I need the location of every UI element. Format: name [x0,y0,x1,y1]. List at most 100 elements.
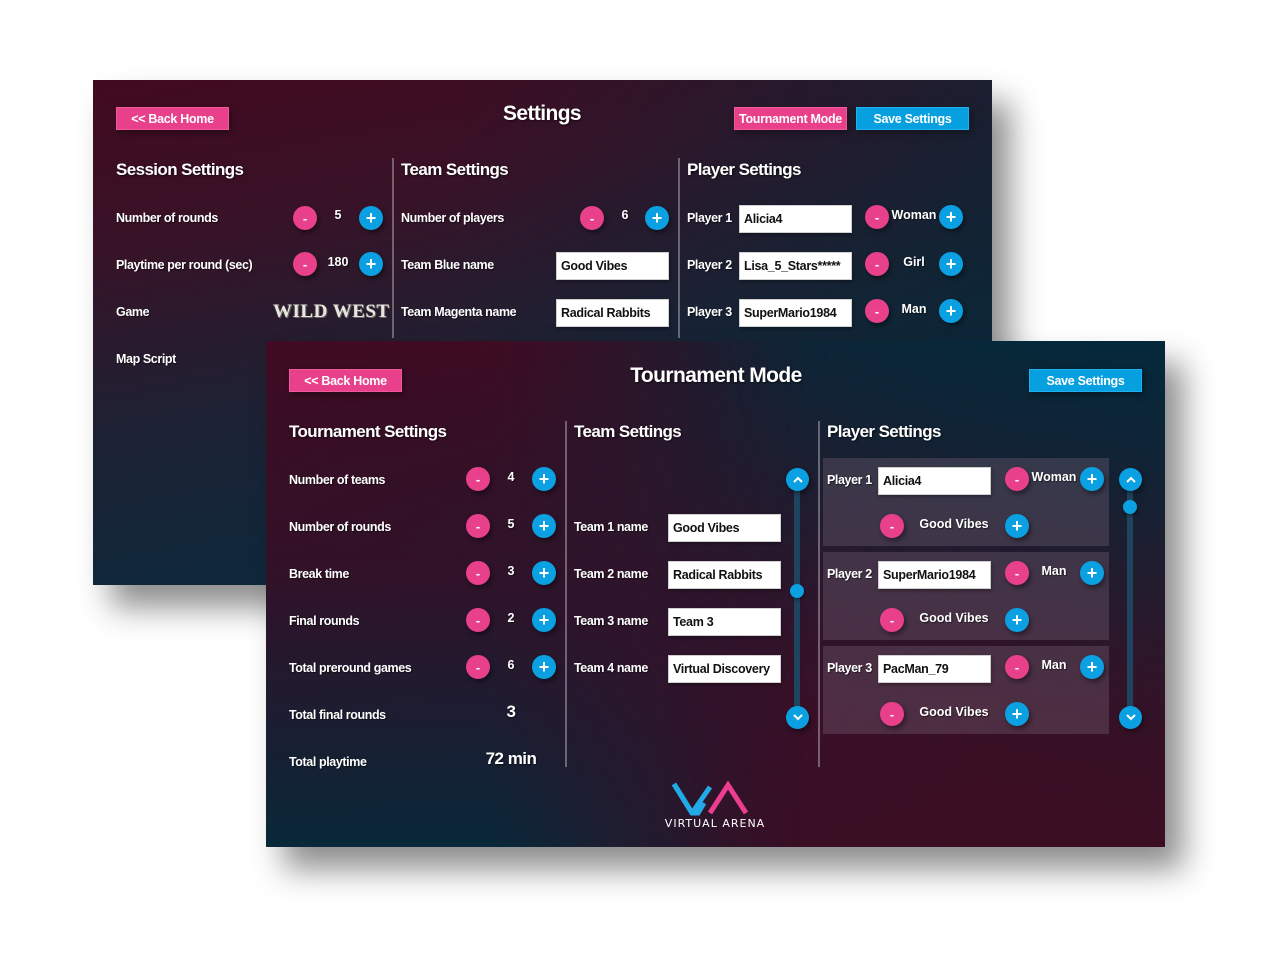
chevron-down-icon [792,714,803,721]
rounds-label: Number of rounds [289,520,391,534]
game-selector[interactable]: WILD WEST [273,301,390,323]
column-divider [818,421,820,767]
team-scroll-up-button[interactable] [786,468,809,491]
player-2-type-prev-button[interactable]: - [1005,561,1029,585]
break-time-decrement-button[interactable]: - [466,561,490,585]
final-rounds-label: Final rounds [289,614,360,628]
players-decrement-button[interactable]: - [580,206,604,230]
plus-icon: + [365,208,377,228]
minus-icon: - [475,518,481,534]
player-2-name-input[interactable]: SuperMario1984 [878,561,991,589]
player-3-type-next-button[interactable]: + [1080,655,1104,679]
minus-icon: - [475,565,481,581]
player-scroll-thumb[interactable] [1123,500,1137,514]
back-home-button[interactable]: << Back Home [116,107,229,130]
total-playtime-value: 72 min [485,749,537,768]
player-2-label: Player 2 [827,567,872,581]
player-scroll-up-button[interactable] [1119,468,1142,491]
tournament-mode-window: << Back Home Tournament Mode Save Settin… [266,341,1165,847]
team-settings-heading: Team Settings [401,160,509,179]
va-logo-icon [671,781,749,816]
player-2-team-prev-button[interactable]: - [880,608,904,632]
player-1-type-next-button[interactable]: + [939,205,963,229]
plus-icon: + [1011,516,1023,536]
player-1-name-input[interactable]: Alicia4 [739,205,852,233]
playtime-decrement-button[interactable]: - [293,252,317,276]
players-count-label: Number of players [401,211,504,225]
player-1-type: Woman [1031,470,1077,484]
teams-count-value: 4 [507,470,515,484]
player-2-type: Girl [903,255,925,269]
player-2-team-next-button[interactable]: + [1005,608,1029,632]
save-settings-button[interactable]: Save Settings [856,107,969,130]
preround-games-decrement-button[interactable]: - [466,655,490,679]
player-2-type-prev-button[interactable]: - [865,252,889,276]
map-script-label: Map Script [116,352,176,366]
player-2-type-next-button[interactable]: + [1080,561,1104,585]
tournament-mode-button[interactable]: Tournament Mode [734,107,847,130]
team-3-name-input[interactable]: Team 3 [668,608,781,636]
session-settings-heading: Session Settings [116,160,244,179]
save-settings-button[interactable]: Save Settings [1029,369,1142,392]
player-3-name-input[interactable]: PacMan_79 [878,655,991,683]
minus-icon: - [475,612,481,628]
player-1-type-next-button[interactable]: + [1080,467,1104,491]
player-1-type-prev-button[interactable]: - [1005,467,1029,491]
player-1-team-next-button[interactable]: + [1005,514,1029,538]
player-3-team-next-button[interactable]: + [1005,702,1029,726]
player-3-name-input[interactable]: SuperMario1984 [739,299,852,327]
minus-icon: - [889,612,895,628]
player-3-type-prev-button[interactable]: - [865,299,889,323]
player-3-type-next-button[interactable]: + [939,299,963,323]
column-divider [565,421,567,767]
team-list-scrollbar[interactable] [794,481,800,717]
player-3-type-prev-button[interactable]: - [1005,655,1029,679]
minus-icon: - [874,303,880,319]
minus-icon: - [889,706,895,722]
rounds-decrement-button[interactable]: - [466,514,490,538]
chevron-down-icon [1125,714,1136,721]
final-rounds-decrement-button[interactable]: - [466,608,490,632]
player-list-scrollbar[interactable] [1127,481,1133,717]
team-scroll-down-button[interactable] [786,706,809,729]
team-settings-heading: Team Settings [574,422,682,441]
final-rounds-increment-button[interactable]: + [532,608,556,632]
team-2-name-input[interactable]: Radical Rabbits [668,561,781,589]
teams-decrement-button[interactable]: - [466,467,490,491]
team-blue-name-input[interactable]: Good Vibes [556,252,669,280]
rounds-increment-button[interactable]: + [532,514,556,538]
plus-icon: + [945,207,957,227]
break-time-increment-button[interactable]: + [532,561,556,585]
minus-icon: - [589,210,595,226]
team-1-name-input[interactable]: Good Vibes [668,514,781,542]
playtime-increment-button[interactable]: + [359,252,383,276]
player-2-name-input[interactable]: Lisa_5_Stars***** [739,252,852,280]
player-3-team-prev-button[interactable]: - [880,702,904,726]
rounds-decrement-button[interactable]: - [293,206,317,230]
final-rounds-value: 2 [507,611,515,625]
game-label: Game [116,305,150,319]
players-increment-button[interactable]: + [645,206,669,230]
rounds-increment-button[interactable]: + [359,206,383,230]
player-settings-heading: Player Settings [687,160,801,179]
minus-icon: - [302,210,308,226]
back-home-button[interactable]: << Back Home [289,369,402,392]
player-2-type-next-button[interactable]: + [939,252,963,276]
team-4-name-input[interactable]: Virtual Discovery [668,655,781,683]
teams-count-label: Number of teams [289,473,386,487]
team-scroll-thumb[interactable] [790,584,804,598]
player-1-name-input[interactable]: Alicia4 [878,467,991,495]
player-scroll-down-button[interactable] [1119,706,1142,729]
preround-games-increment-button[interactable]: + [532,655,556,679]
player-1-type-prev-button[interactable]: - [865,205,889,229]
minus-icon: - [874,209,880,225]
teams-increment-button[interactable]: + [532,467,556,491]
player-2-label: Player 2 [687,258,732,272]
playtime-label: Playtime per round (sec) [116,258,253,272]
team-magenta-name-input[interactable]: Radical Rabbits [556,299,669,327]
player-1-team-prev-button[interactable]: - [880,514,904,538]
virtual-arena-logo: VIRTUAL ARENA [650,781,780,831]
player-3-label: Player 3 [687,305,732,319]
player-1-label: Player 1 [827,473,872,487]
plus-icon: + [538,563,550,583]
